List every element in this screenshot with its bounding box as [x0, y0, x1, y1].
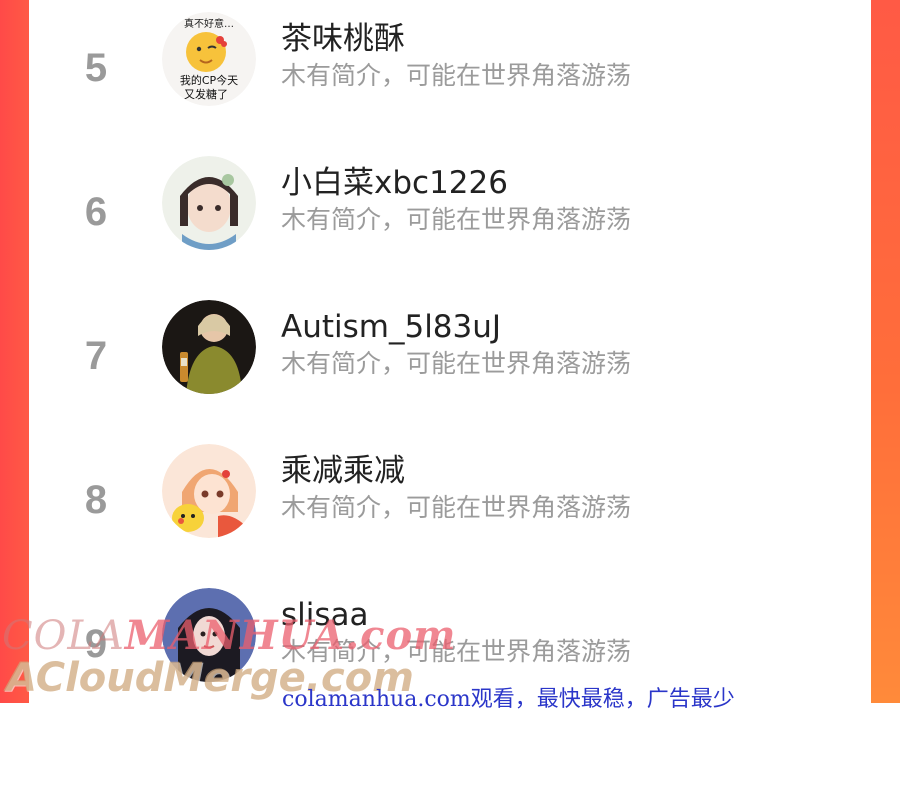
user-bio: 木有简介，可能在世界角落游荡 — [281, 61, 632, 90]
list-item[interactable]: 8 乘减乘减 木有简介，可能在世界角落游荡 — [29, 432, 871, 552]
user-bio: 木有简介，可能在世界角落游荡 — [281, 493, 632, 522]
username[interactable]: 乘减乘减 — [281, 453, 405, 489]
frame-left-edge — [0, 0, 30, 703]
sticker-caption: 又发糖了 — [184, 87, 228, 101]
list-item[interactable]: 5 真不好意… 我的CP今天 又发糖了 茶味桃酥 木有简介，可能在世界角落游荡 — [29, 0, 871, 120]
anime-pikachu-avatar[interactable] — [162, 444, 256, 538]
username[interactable]: 小白菜xbc1226 — [281, 165, 508, 201]
rank-number: 7 — [84, 334, 108, 378]
rank-number: 5 — [84, 46, 108, 90]
anime-girl-avatar[interactable] — [162, 156, 256, 250]
anime-girl-icon — [162, 156, 256, 250]
list-item[interactable]: 7 Autism_5l83uJ 木有简介，可能在世界角落游荡 — [29, 288, 871, 408]
user-bio: 木有简介，可能在世界角落游荡 — [281, 349, 632, 378]
photo-person-avatar[interactable] — [162, 300, 256, 394]
emoji-sticker-avatar[interactable]: 真不好意… 我的CP今天 又发糖了 — [162, 12, 256, 106]
leaderboard-panel: 5 真不好意… 我的CP今天 又发糖了 茶味桃酥 木有简介，可能在世界角落游荡 … — [29, 0, 871, 703]
watermark-part: MANHUA.com — [124, 612, 457, 659]
username[interactable]: 茶味桃酥 — [281, 21, 405, 57]
anime-pikachu-icon — [162, 444, 256, 538]
photo-person-icon — [162, 300, 256, 394]
watermark-colamanhua: COLAMANHUA.com — [2, 612, 457, 659]
sticker-caption: 真不好意… — [184, 17, 234, 30]
username[interactable]: Autism_5l83uJ — [281, 309, 501, 345]
watermark-part: COLA — [2, 613, 125, 659]
list-item[interactable]: 6 小白菜xbc1226 木有简介，可能在世界角落游荡 — [29, 144, 871, 264]
emoji-sticker-icon: 真不好意… 我的CP今天 又发糖了 — [162, 12, 256, 106]
site-promo-note[interactable]: colamanhua.com观看，最快最稳，广告最少 — [282, 686, 735, 714]
sticker-caption: 我的CP今天 — [180, 73, 238, 87]
rank-number: 8 — [84, 478, 108, 522]
rank-number: 6 — [84, 190, 108, 234]
user-bio: 木有简介，可能在世界角落游荡 — [281, 205, 632, 234]
